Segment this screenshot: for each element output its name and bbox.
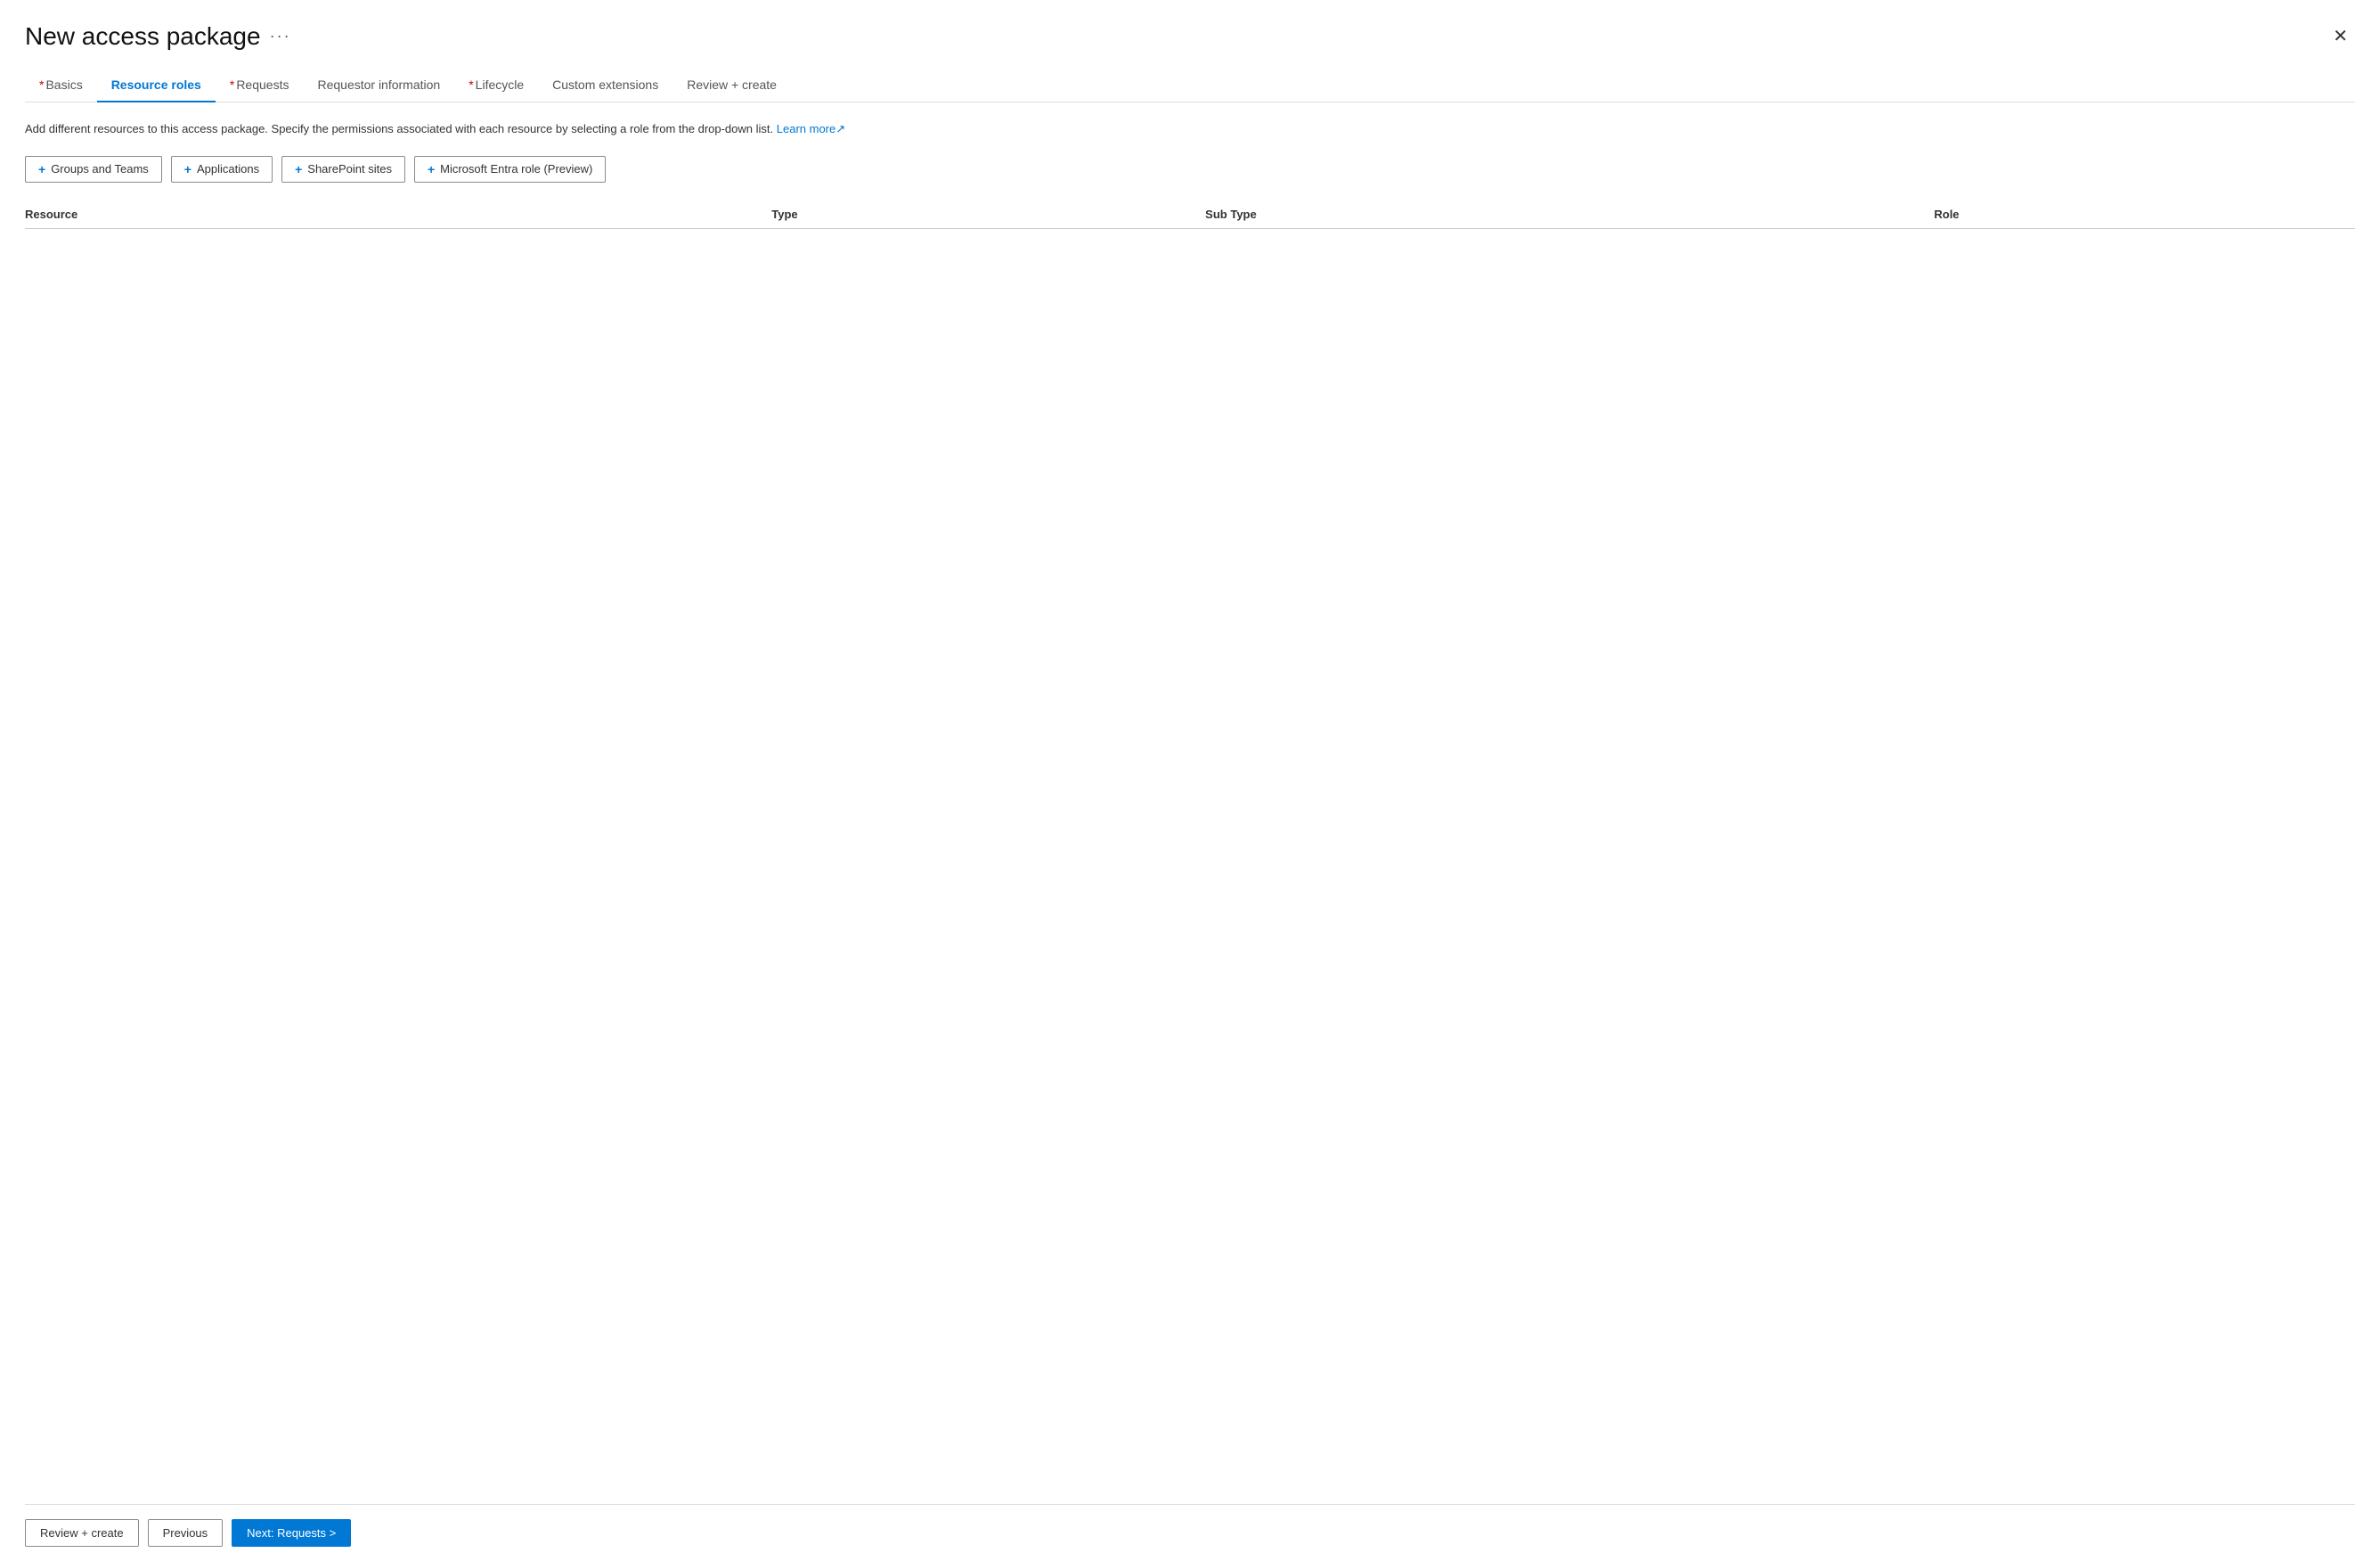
close-button[interactable]: ✕ bbox=[2326, 21, 2355, 51]
tab-basics[interactable]: *Basics bbox=[25, 69, 97, 102]
tab-requestor-info[interactable]: Requestor information bbox=[303, 69, 454, 102]
tab-review-create[interactable]: Review + create bbox=[672, 69, 791, 102]
required-star-lifecycle: * bbox=[469, 78, 473, 92]
plus-icon-entra: + bbox=[428, 162, 435, 176]
required-star-basics: * bbox=[39, 78, 44, 92]
tab-resource-roles[interactable]: Resource roles bbox=[97, 69, 216, 102]
add-groups-teams-button[interactable]: + Groups and Teams bbox=[25, 156, 162, 183]
table-header-row: Resource Type Sub Type Role bbox=[25, 200, 2355, 229]
column-sub-type: Sub Type bbox=[1205, 200, 1934, 229]
next-requests-button[interactable]: Next: Requests > bbox=[232, 1519, 351, 1547]
description-text: Add different resources to this access p… bbox=[25, 120, 2355, 138]
resources-table: Resource Type Sub Type Role bbox=[25, 200, 2355, 229]
table-container: Resource Type Sub Type Role bbox=[25, 200, 2355, 1505]
required-star-requests: * bbox=[230, 78, 234, 92]
page-title-row: New access package ··· bbox=[25, 22, 291, 51]
review-create-button[interactable]: Review + create bbox=[25, 1519, 139, 1547]
tab-custom-extensions[interactable]: Custom extensions bbox=[538, 69, 672, 102]
footer: Review + create Previous Next: Requests … bbox=[25, 1504, 2355, 1561]
page-title: New access package bbox=[25, 22, 261, 51]
learn-more-link[interactable]: Learn more↗ bbox=[777, 122, 845, 135]
action-buttons-row: + Groups and Teams + Applications + Shar… bbox=[25, 156, 2355, 183]
tabs-row: *Basics Resource roles *Requests Request… bbox=[25, 69, 2355, 102]
page-header: New access package ··· ✕ bbox=[25, 21, 2355, 51]
plus-icon-groups: + bbox=[38, 162, 45, 176]
tab-requests[interactable]: *Requests bbox=[216, 69, 304, 102]
more-options-icon[interactable]: ··· bbox=[270, 27, 291, 45]
plus-icon-applications: + bbox=[184, 162, 192, 176]
add-entra-role-button[interactable]: + Microsoft Entra role (Preview) bbox=[414, 156, 606, 183]
tab-lifecycle[interactable]: *Lifecycle bbox=[454, 69, 538, 102]
add-applications-button[interactable]: + Applications bbox=[171, 156, 273, 183]
column-type: Type bbox=[771, 200, 1205, 229]
plus-icon-sharepoint: + bbox=[295, 162, 302, 176]
table-header: Resource Type Sub Type Role bbox=[25, 200, 2355, 229]
page-container: New access package ··· ✕ *Basics Resourc… bbox=[0, 0, 2380, 1561]
previous-button[interactable]: Previous bbox=[148, 1519, 224, 1547]
column-resource: Resource bbox=[25, 200, 771, 229]
add-sharepoint-sites-button[interactable]: + SharePoint sites bbox=[281, 156, 405, 183]
column-role: Role bbox=[1934, 200, 2355, 229]
